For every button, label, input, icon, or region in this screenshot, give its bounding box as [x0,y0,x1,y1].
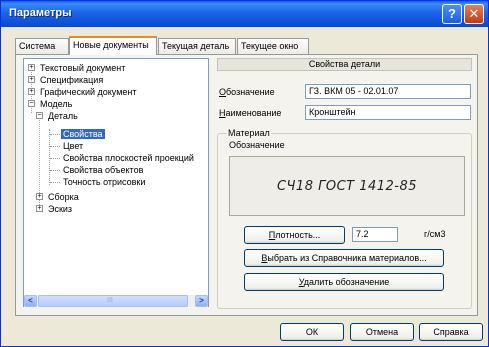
expand-icon[interactable]: + [36,193,43,200]
title-bar[interactable]: Параметры ? ✕ [1,1,488,27]
tab-label: Текущее окно [241,41,299,51]
cancel-button[interactable]: Отмена [350,323,414,341]
tree-item-color[interactable]: Цвет [63,140,83,152]
window-title: Параметры [9,7,72,19]
tree-item-label: Точность отрисовки [63,177,146,187]
collapse-icon[interactable]: − [36,112,43,119]
delete-designation-button[interactable]: Удалить обозначение [244,273,444,291]
tab-label: Текущая деталь [162,41,230,51]
chevron-right-icon: > [199,296,204,305]
choose-material-button[interactable]: Выбрать из Справочника материалов... [244,249,444,267]
designation-label: Обозначение [219,87,275,97]
expand-icon[interactable]: + [28,64,35,71]
tree-item-properties[interactable]: Свойства [61,128,105,140]
tree-item-label: Деталь [48,111,78,121]
tree-item-label: Модель [40,99,73,109]
tree-item-label: Эскиз [48,204,73,214]
tree-item-label: Свойства объектов [63,165,144,175]
tab-new-documents[interactable]: Новые документы [69,36,157,55]
density-unit: г/см3 [424,229,446,239]
expand-icon[interactable]: + [28,88,35,95]
tree-item-label: Цвет [63,141,84,151]
material-designation-label: Обозначение [229,140,285,150]
scroll-thumb[interactable]: III [38,295,188,307]
tree-item-label: Свойства плоскостей проекций [63,153,194,163]
tree-item-label: Спецификация [40,75,104,85]
density-button[interactable]: Плотность... [244,226,345,244]
scroll-left-button[interactable]: < [24,295,37,307]
close-icon: ✕ [468,6,480,21]
grip-icon: III [107,297,113,304]
designation-field[interactable]: ГЗ. ВКМ 05 - 02.01.07 [305,84,471,99]
tree-item-label: Графический документ [40,87,137,97]
chevron-left-icon: < [28,296,33,305]
tree-item-label: Свойства [61,129,105,139]
tree-item-object-properties[interactable]: Свойства объектов [63,164,143,176]
tree-item-projection-planes[interactable]: Свойства плоскостей проекций [63,152,194,164]
settings-tree[interactable]: + Текстовый документ + Спецификация + Гр… [23,58,209,307]
expand-icon[interactable]: + [36,205,43,212]
name-label: Наименование [219,108,282,118]
help-title-button[interactable]: ? [442,4,462,24]
material-designation-display[interactable]: СЧ18 ГОСТ 1412-85 [229,156,465,216]
close-button[interactable]: ✕ [464,4,484,24]
tab-current-window[interactable]: Текущее окно [237,38,309,54]
question-icon: ? [448,6,456,21]
tab-label: Новые документы [73,40,149,50]
tab-system[interactable]: Система [15,38,69,54]
tree-horizontal-scrollbar[interactable]: < III > [24,295,208,307]
tree-item-render-precision[interactable]: Точность отрисовки [63,176,145,188]
part-properties-header: Свойства детали [217,58,472,71]
density-field[interactable]: 7.2 [352,227,398,242]
material-group-title: Материал [227,128,271,138]
tree-item-label: Сборка [48,192,79,202]
tab-label: Система [19,41,56,51]
tree-item-label: Текстовый документ [40,63,126,73]
collapse-icon[interactable]: − [28,100,35,107]
name-field[interactable]: Кронштейн [305,105,471,120]
tab-current-part[interactable]: Текущая деталь [158,38,236,54]
scroll-right-button[interactable]: > [195,295,208,307]
parameters-dialog: Параметры ? ✕ Система Новые документы Те… [0,0,489,347]
ok-button[interactable]: ОК [280,323,344,341]
expand-icon[interactable]: + [28,76,35,83]
help-button[interactable]: Справка [419,323,483,341]
